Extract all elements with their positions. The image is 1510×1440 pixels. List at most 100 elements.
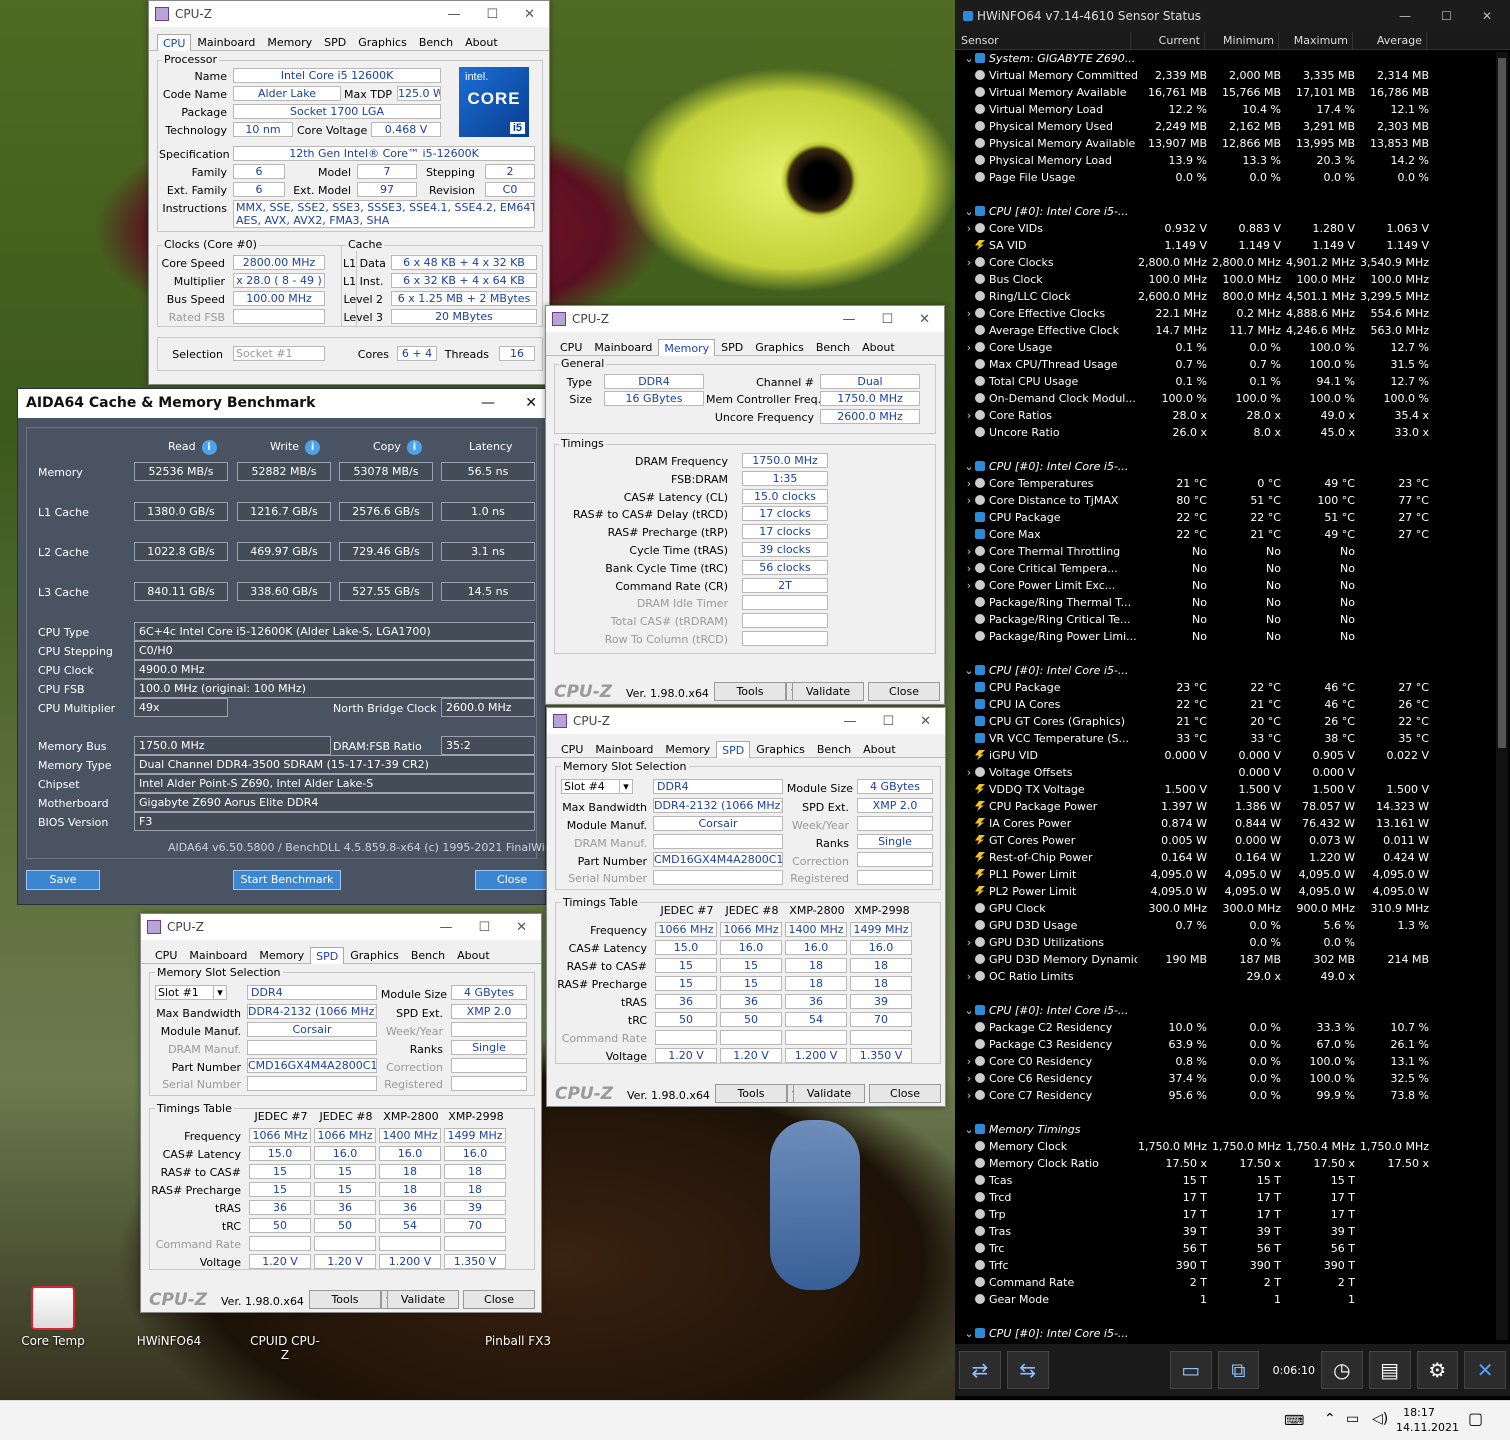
tab-spd[interactable]: SPD xyxy=(310,947,345,964)
sensor-row[interactable]: › GPU D3D Utilizations 0.0 % 0.0 % xyxy=(963,934,1510,951)
sensor-row[interactable]: Package/Ring Power Limi... No No No xyxy=(963,628,1510,645)
sensor-section-header[interactable]: ⌄ CPU [#0]: Intel Core i5-... xyxy=(963,1325,1510,1342)
tab-about[interactable]: About xyxy=(857,740,902,757)
sensor-row[interactable]: Virtual Memory Committed 2,339 MB 2,000 MB… xyxy=(963,67,1510,84)
expand-chevron-icon[interactable]: › xyxy=(963,1053,975,1070)
sensor-row[interactable]: IA Cores Power 0.874 W 0.844 W 76.432 W 13.1… xyxy=(963,815,1510,832)
sensor-row[interactable]: › Core Effective Clocks 22.1 MHz 0.2 MHz 4,8… xyxy=(963,305,1510,322)
network-icon[interactable]: ⧉ xyxy=(1217,1351,1260,1389)
sensor-row[interactable]: Ring/LLC Clock 2,600.0 MHz 800.0 MHz 4,501.… xyxy=(963,288,1510,305)
tab-bench[interactable]: Bench xyxy=(405,946,451,963)
validate-button[interactable]: Validate xyxy=(792,682,864,701)
info-icon[interactable]: i xyxy=(305,440,321,455)
sensor-row[interactable]: Physical Memory Used 2,249 MB 2,162 MB 3,29… xyxy=(963,118,1510,135)
close-button[interactable]: Close xyxy=(463,1290,535,1309)
expand-chevron-icon[interactable]: › xyxy=(963,254,975,271)
tab-memory[interactable]: Memory xyxy=(253,946,310,963)
sensor-row[interactable]: Average Effective Clock 14.7 MHz 11.7 MHz 4… xyxy=(963,322,1510,339)
sensor-row[interactable]: GPU D3D Memory Dynamic 190 MB 187 MB 302 MB… xyxy=(963,951,1510,968)
expand-chevron-icon[interactable]: › xyxy=(963,492,975,509)
sensor-row[interactable]: Package C2 Residency 10.0 % 0.0 % 33.3 % 10.… xyxy=(963,1019,1510,1036)
collapse-chevron-icon[interactable]: ⌄ xyxy=(963,1002,975,1019)
col-maximum[interactable]: Maximum xyxy=(1279,32,1353,49)
minimize-icon[interactable]: — xyxy=(447,7,460,22)
expand-chevron-icon[interactable]: › xyxy=(963,1087,975,1104)
chevron-up-icon[interactable]: ⌃ xyxy=(1324,1411,1336,1427)
sensor-row[interactable]: › Voltage Offsets 0.000 V 0.000 V xyxy=(963,764,1510,781)
sensor-row[interactable]: › Core Clocks 2,800.0 MHz 2,800.0 MHz 4,901.… xyxy=(963,254,1510,271)
sensor-row[interactable]: GPU D3D Usage 0.7 % 0.0 % 5.6 % 1.3 % xyxy=(963,917,1510,934)
sensor-row[interactable]: Memory Clock Ratio 17.50 x 17.50 x 17.50 x 1… xyxy=(963,1155,1510,1172)
chevron-down-icon[interactable]: ▾ xyxy=(619,779,633,794)
expand-chevron-icon[interactable]: › xyxy=(963,764,975,781)
tab-memory[interactable]: Memory xyxy=(659,740,716,757)
sensor-row[interactable]: SA VID 1.149 V 1.149 V 1.149 V 1.149 V xyxy=(963,237,1510,254)
socket-select[interactable]: Socket #1 xyxy=(233,346,325,361)
sensor-row[interactable]: › Core C6 Residency 37.4 % 0.0 % 100.0 % 32.5… xyxy=(963,1070,1510,1087)
desktop-icon-core-temp[interactable]: Core Temp xyxy=(15,1286,91,1348)
collapse-chevron-icon[interactable]: ⌄ xyxy=(963,50,975,67)
sensor-row[interactable]: › Core Ratios 28.0 x 28.0 x 49.0 x 35.4 x xyxy=(963,407,1510,424)
sensor-row[interactable]: Trp 17 T 17 T 17 T xyxy=(963,1206,1510,1223)
sensor-row[interactable]: CPU Package 22 °C 22 °C 51 °C 27 °C xyxy=(963,509,1510,526)
sensor-row[interactable]: Tras 39 T 39 T 39 T xyxy=(963,1223,1510,1240)
tab-cpu[interactable]: CPU xyxy=(555,740,589,757)
validate-button[interactable]: Validate xyxy=(387,1290,459,1309)
tab-about[interactable]: About xyxy=(451,946,496,963)
tools-button[interactable]: Tools xyxy=(714,682,786,701)
expand-chevron-icon[interactable]: › xyxy=(963,934,975,951)
maximize-icon[interactable]: ☐ xyxy=(486,7,498,22)
sensor-row[interactable]: PL1 Power Limit 4,095.0 W 4,095.0 W 4,095.0… xyxy=(963,866,1510,883)
sensor-row[interactable]: CPU GT Cores (Graphics) 21 °C 20 °C 26 °C 22… xyxy=(963,713,1510,730)
sensor-row[interactable]: › Core Temperatures 21 °C 0 °C 49 °C 23 °C xyxy=(963,475,1510,492)
sensor-row[interactable]: Gear Mode 1 1 1 xyxy=(963,1291,1510,1308)
sensor-section-header[interactable]: ⌄ CPU [#0]: Intel Core i5-... xyxy=(963,1002,1510,1019)
settings-gear-icon[interactable]: ⚙ xyxy=(1416,1351,1459,1389)
sensor-row[interactable]: › Core Thermal Throttling No No No xyxy=(963,543,1510,560)
expand-chevron-icon[interactable]: › xyxy=(963,475,975,492)
maximize-icon[interactable]: ☐ xyxy=(478,920,490,935)
tab-bench[interactable]: Bench xyxy=(811,740,857,757)
sensor-row[interactable]: › Core C0 Residency 0.8 % 0.0 % 100.0 % 13.1 … xyxy=(963,1053,1510,1070)
sensor-row[interactable]: Tcas 15 T 15 T 15 T xyxy=(963,1172,1510,1189)
info-icon[interactable]: i xyxy=(201,440,217,455)
sensor-section-header[interactable]: ⌄ CPU [#0]: Intel Core i5-... xyxy=(963,662,1510,679)
sensor-row[interactable]: GT Cores Power 0.005 W 0.000 W 0.073 W 0.011… xyxy=(963,832,1510,849)
sensor-row[interactable]: Virtual Memory Available 16,761 MB 15,766 … xyxy=(963,84,1510,101)
sensor-row[interactable]: Package C3 Residency 63.9 % 0.0 % 67.0 % 26.… xyxy=(963,1036,1510,1053)
validate-button[interactable]: Validate xyxy=(793,1084,865,1103)
expand-chevron-icon[interactable]: › xyxy=(963,560,975,577)
sensor-row[interactable]: Trcd 17 T 17 T 17 T xyxy=(963,1189,1510,1206)
minimize-icon[interactable]: — xyxy=(843,714,856,729)
sensor-row[interactable]: Trc 56 T 56 T 56 T xyxy=(963,1240,1510,1257)
sensor-row[interactable]: Page File Usage 0.0 % 0.0 % 0.0 % 0.0 % xyxy=(963,169,1510,186)
sensor-row[interactable]: Memory Clock 1,750.0 MHz 1,750.0 MHz 1,750.… xyxy=(963,1138,1510,1155)
monitor-icon[interactable]: ▭ xyxy=(1169,1351,1212,1389)
tab-cpu[interactable]: CPU xyxy=(149,946,183,963)
tab-about[interactable]: About xyxy=(856,338,901,355)
expand-chevron-icon[interactable]: › xyxy=(963,305,975,322)
sensor-section-header[interactable]: ⌄ CPU [#0]: Intel Core i5-... xyxy=(963,203,1510,220)
sensor-row[interactable]: › OC Ratio Limits 29.0 x 49.0 x xyxy=(963,968,1510,985)
tab-cpu[interactable]: CPU xyxy=(157,34,192,51)
sensor-row[interactable]: › Core Critical Tempera... No No No xyxy=(963,560,1510,577)
collapse-chevron-icon[interactable]: ⌄ xyxy=(963,1325,975,1342)
chevron-down-icon[interactable]: ▾ xyxy=(213,985,227,1000)
tab-memory[interactable]: Memory xyxy=(658,339,716,356)
minimize-icon[interactable]: — xyxy=(481,389,495,418)
sensor-section-header[interactable]: ⌄ System: GIGABYTE Z690... xyxy=(963,50,1510,67)
tools-button[interactable]: Tools xyxy=(309,1290,381,1309)
sensor-row[interactable]: Command Rate 2 T 2 T 2 T xyxy=(963,1274,1510,1291)
tab-memory[interactable]: Memory xyxy=(261,33,318,50)
col-average[interactable]: Average xyxy=(1353,32,1427,49)
tab-spd[interactable]: SPD xyxy=(715,338,749,355)
expand-chevron-icon[interactable]: › xyxy=(963,220,975,237)
sensor-row[interactable]: CPU Package Power 1.397 W 1.386 W 78.057 W 1… xyxy=(963,798,1510,815)
tab-spd[interactable]: SPD xyxy=(716,741,751,758)
sensor-row[interactable]: VDDQ TX Voltage 1.500 V 1.500 V 1.500 V 1.50… xyxy=(963,781,1510,798)
tab-graphics[interactable]: Graphics xyxy=(344,946,405,963)
sensor-row[interactable]: Virtual Memory Load 12.2 % 10.4 % 17.4 % 12.… xyxy=(963,101,1510,118)
expand-arrows-icon[interactable]: ⇄ xyxy=(959,1351,1001,1389)
keyboard-icon[interactable]: ⌨ xyxy=(1284,1413,1304,1429)
expand-chevron-icon[interactable]: › xyxy=(963,543,975,560)
